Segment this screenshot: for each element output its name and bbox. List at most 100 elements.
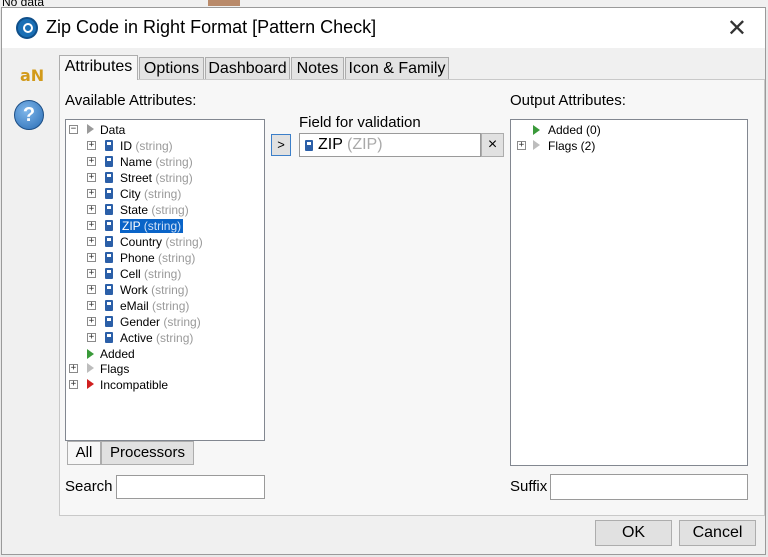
attribute-icon: [105, 332, 113, 343]
validation-field-name: ZIP: [318, 136, 343, 153]
expand-icon[interactable]: +: [87, 333, 96, 342]
attribute-name: State: [120, 203, 149, 217]
tab-attributes[interactable]: Attributes: [59, 55, 138, 80]
attribute-name: Gender: [120, 315, 161, 329]
attribute-label: State (string): [120, 203, 189, 217]
app-logo-icon: [16, 17, 38, 39]
expand-icon[interactable]: +: [87, 157, 96, 166]
cancel-button[interactable]: Cancel: [679, 520, 756, 546]
ok-button[interactable]: OK: [595, 520, 672, 546]
expand-icon[interactable]: +: [87, 301, 96, 310]
output-attributes-tree[interactable]: Added (0) + Flags (2): [510, 119, 748, 466]
attribute-type: (string): [163, 315, 201, 329]
tab-dashboard[interactable]: Dashboard: [205, 57, 290, 79]
attribute-icon: [105, 172, 113, 183]
an-logo-icon: aN: [20, 66, 45, 85]
attribute-name: Cell: [120, 267, 141, 281]
added-icon: [533, 125, 540, 135]
attribute-type: (string): [144, 187, 182, 201]
attribute-label: Street (string): [120, 171, 193, 185]
attribute-type: (string): [152, 299, 190, 313]
output-added-label: Added (0): [548, 123, 601, 137]
close-icon[interactable]: ✕: [727, 14, 747, 42]
attribute-name: Phone: [120, 251, 155, 265]
attribute-icon: [105, 316, 113, 327]
attribute-name: Active: [120, 331, 153, 345]
output-attributes-label: Output Attributes:: [510, 92, 626, 109]
attribute-label: Phone (string): [120, 251, 195, 265]
attribute-type: (string): [144, 267, 182, 281]
expand-icon[interactable]: +: [87, 237, 96, 246]
attribute-label: Work (string): [120, 283, 188, 297]
title-bar: Zip Code in Right Format [Pattern Check]…: [2, 8, 765, 48]
attribute-name: ID: [120, 139, 132, 153]
attribute-type: (string): [155, 171, 193, 185]
incompatible-icon: [87, 379, 94, 389]
attribute-type: (string): [151, 283, 189, 297]
attribute-icon: [305, 140, 313, 151]
available-attributes-tree[interactable]: − Data + ID (string) + Name (string) + Street…: [65, 119, 265, 441]
expand-icon[interactable]: +: [87, 317, 96, 326]
filter-tab-processors[interactable]: Processors: [101, 441, 194, 465]
expand-icon[interactable]: +: [87, 269, 96, 278]
suffix-label: Suffix: [510, 478, 548, 495]
attribute-name: ZIP: [122, 219, 141, 233]
attribute-icon: [105, 284, 113, 295]
attribute-icon: [105, 220, 113, 231]
added-icon: [87, 349, 94, 359]
attribute-icon: [105, 268, 113, 279]
expand-icon[interactable]: +: [87, 141, 96, 150]
search-input[interactable]: [116, 475, 265, 499]
tree-root-label: Data: [100, 123, 126, 137]
added-label: Added: [100, 347, 135, 361]
attribute-label: ZIP (string): [120, 219, 184, 233]
expand-icon[interactable]: +: [87, 205, 96, 214]
dialog-title: Zip Code in Right Format [Pattern Check]: [46, 17, 377, 37]
validation-field-alias: (ZIP): [347, 136, 383, 153]
attribute-name: Name: [120, 155, 153, 169]
attribute-label: Gender (string): [120, 315, 201, 329]
attribute-label: eMail (string): [120, 299, 189, 313]
attribute-label: Name (string): [120, 155, 193, 169]
attribute-type: (string): [165, 235, 203, 249]
attribute-name: eMail: [120, 299, 149, 313]
output-flags-label: Flags (2): [548, 139, 596, 153]
expand-icon[interactable]: +: [69, 380, 78, 389]
attribute-name: City: [120, 187, 141, 201]
suffix-input[interactable]: [550, 474, 748, 500]
expand-icon[interactable]: +: [87, 221, 96, 230]
expand-icon[interactable]: +: [69, 364, 78, 373]
validation-field[interactable]: ZIP (ZIP): [299, 133, 481, 157]
attribute-type: (string): [143, 219, 182, 233]
attribute-icon: [105, 140, 113, 151]
search-label: Search: [65, 478, 113, 495]
flags-label: Flags: [100, 362, 130, 376]
background-thumbnail: [208, 0, 240, 6]
attribute-icon: [105, 156, 113, 167]
available-attributes-label: Available Attributes:: [65, 92, 197, 109]
attribute-type: (string): [155, 155, 193, 169]
filter-tab-all[interactable]: All: [67, 441, 101, 465]
help-icon[interactable]: ?: [14, 100, 44, 130]
attribute-type: (string): [158, 251, 196, 265]
attribute-name: Work: [120, 283, 148, 297]
expand-icon[interactable]: +: [87, 253, 96, 262]
collapse-icon[interactable]: −: [69, 125, 78, 134]
tab-icon-family[interactable]: Icon & Family: [345, 57, 449, 79]
expand-icon[interactable]: +: [87, 189, 96, 198]
clear-field-button[interactable]: ×: [481, 133, 504, 157]
attribute-icon: [105, 204, 113, 215]
expand-icon[interactable]: +: [87, 285, 96, 294]
tab-options[interactable]: Options: [139, 57, 204, 79]
attribute-type: (string): [151, 203, 189, 217]
attribute-name: Street: [120, 171, 153, 185]
tab-notes[interactable]: Notes: [291, 57, 344, 79]
attribute-label: Cell (string): [120, 267, 181, 281]
attribute-icon: [105, 300, 113, 311]
expand-icon[interactable]: +: [517, 141, 526, 150]
attribute-type: (string): [156, 331, 194, 345]
attribute-icon: [105, 252, 113, 263]
move-to-field-button[interactable]: >: [271, 134, 291, 156]
incompatible-label: Incompatible: [100, 378, 169, 392]
expand-icon[interactable]: +: [87, 173, 96, 182]
